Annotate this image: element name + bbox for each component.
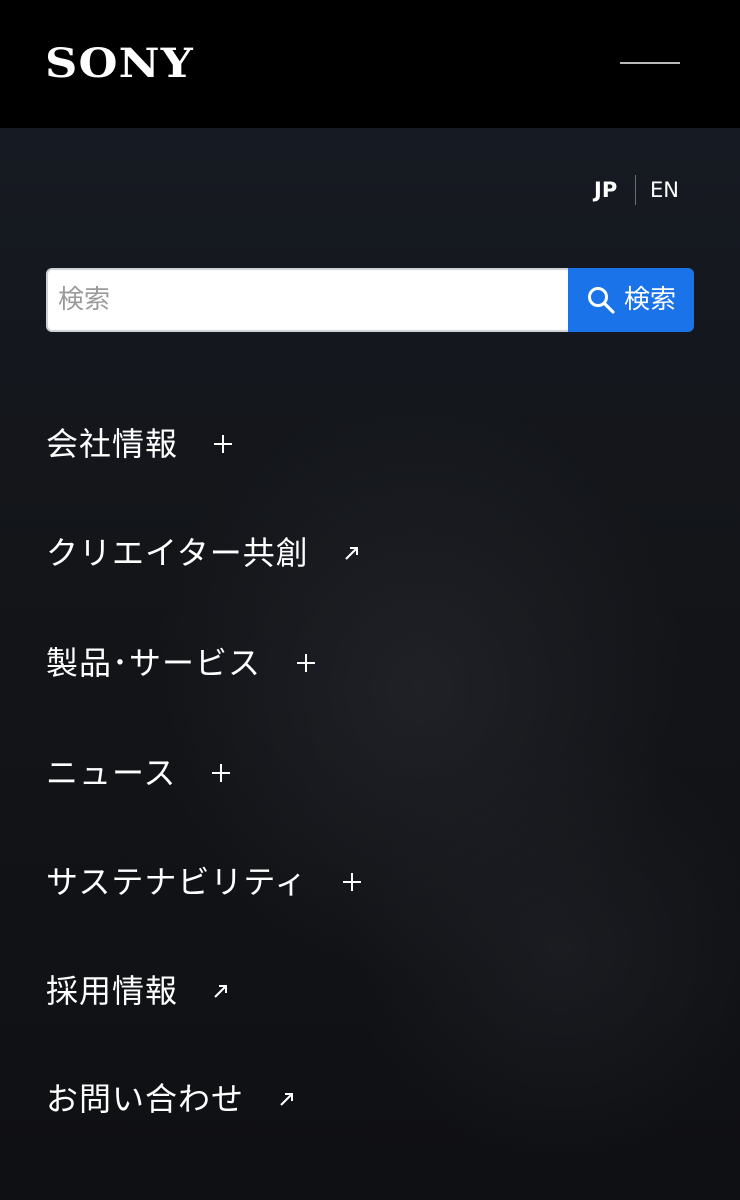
menu-close-line-icon [620,62,680,64]
language-jp-link[interactable]: JP [594,176,617,204]
plus-icon [212,433,234,455]
nav-item-label: 製品･サービス [46,644,262,682]
search-icon [586,285,616,315]
nav-item-label: クリエイター共創 [46,534,309,572]
search-button[interactable]: 検索 [568,268,694,332]
nav-item-news[interactable]: ニュース [46,747,232,799]
nav-item-label: ニュース [46,754,177,792]
nav-item-sustainability[interactable]: サステナビリティ [46,856,363,908]
nav-item-label: 採用情報 [46,972,179,1010]
menu-toggle-button[interactable] [606,44,694,84]
nav-item-careers[interactable]: 採用情報 [46,965,230,1017]
nav-item-label: サステナビリティ [46,863,308,901]
nav-item-label: 会社情報 [46,425,179,463]
language-divider [635,175,636,205]
nav-item-company-info[interactable]: 会社情報 [46,418,234,470]
search-input[interactable] [46,268,568,332]
plus-icon [341,871,363,893]
nav-item-contact[interactable]: お問い合わせ [46,1073,296,1125]
search-button-label: 検索 [623,285,676,315]
nav-item-creator-co-creation[interactable]: クリエイター共創 [46,527,361,579]
plus-icon [210,762,232,784]
sony-logo[interactable]: SONY [45,40,194,88]
external-arrow-icon [278,1090,296,1108]
nav-item-label: お問い合わせ [46,1080,245,1118]
external-arrow-icon [212,982,230,1000]
plus-icon [295,652,317,674]
language-en-link[interactable]: EN [650,176,679,204]
external-arrow-icon [343,544,361,562]
site-header: SONY [0,0,740,128]
nav-item-products-services[interactable]: 製品･サービス [46,637,317,689]
